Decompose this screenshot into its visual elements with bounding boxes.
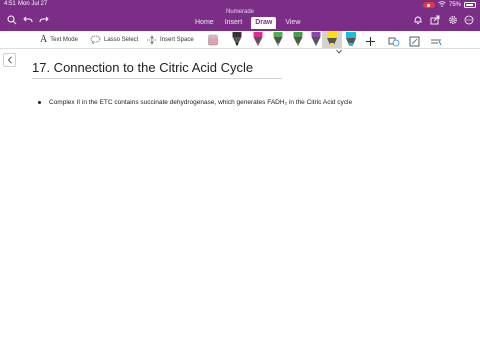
lasso-select-button[interactable]: Lasso Select <box>90 34 138 45</box>
status-date: Mon Jul 27 <box>18 1 48 7</box>
tab-view[interactable]: View <box>283 17 302 29</box>
ink-replay-icon[interactable] <box>430 34 442 52</box>
black-pen-icon[interactable] <box>231 32 243 47</box>
tab-insert[interactable]: Insert <box>223 17 245 29</box>
bullet-text: Complex II in the ETC contains succinate… <box>49 99 353 106</box>
insert-space-icon <box>147 35 157 45</box>
text-mode-button[interactable]: A Text Mode <box>40 34 78 45</box>
bullet-icon <box>38 101 41 104</box>
eraser-icon[interactable] <box>207 32 219 47</box>
more-options-icon[interactable] <box>463 14 475 26</box>
green-pen-2-icon[interactable] <box>292 32 304 47</box>
title-divider <box>32 78 282 79</box>
battery-icon <box>464 2 476 8</box>
purple-pen-icon[interactable] <box>310 32 322 47</box>
ink-to-shape-icon[interactable] <box>409 34 421 52</box>
status-time: 4:51 <box>4 1 16 7</box>
battery-percent: 75% <box>448 2 461 8</box>
green-pen-icon[interactable] <box>272 32 284 47</box>
text-mode-icon: A <box>40 34 48 45</box>
chevron-left-icon <box>7 51 13 69</box>
undo-icon[interactable] <box>22 14 34 26</box>
notifications-bell-icon[interactable] <box>412 14 424 26</box>
list-item[interactable]: Complex II in the ETC contains succinate… <box>38 99 352 106</box>
ribbon-tabs: Home Insert Draw View <box>193 17 302 29</box>
magenta-pen-icon[interactable] <box>252 32 264 47</box>
add-pen-icon[interactable] <box>365 34 376 52</box>
cyan-highlighter-icon[interactable] <box>345 32 357 47</box>
lasso-select-label: Lasso Select <box>104 36 139 43</box>
lasso-icon <box>90 35 101 44</box>
insert-space-button[interactable]: Insert Space <box>147 34 194 45</box>
app-header: 4:51 Mon Jul 27 75% Numerade Home Insert… <box>0 0 480 31</box>
status-indicators: 75% <box>422 1 476 9</box>
insert-space-label: Insert Space <box>160 36 194 43</box>
page-title[interactable]: 17. Connection to the Citric Acid Cycle <box>32 60 253 75</box>
back-button[interactable] <box>3 53 16 67</box>
share-icon[interactable] <box>429 14 441 26</box>
draw-toolbar: A Text Mode Lasso Select Insert Space <box>0 31 480 49</box>
tab-draw[interactable]: Draw <box>251 17 277 29</box>
screen-recording-icon <box>422 2 435 8</box>
settings-icon[interactable] <box>447 14 459 26</box>
search-icon[interactable] <box>6 14 18 26</box>
shapes-icon[interactable] <box>388 34 400 52</box>
app-title: Numerade <box>225 9 254 15</box>
wifi-icon <box>438 1 446 9</box>
highlighter-dropdown-icon[interactable] <box>336 41 342 59</box>
tab-home[interactable]: Home <box>193 17 216 29</box>
redo-icon[interactable] <box>38 14 50 26</box>
text-mode-label: Text Mode <box>50 36 78 43</box>
